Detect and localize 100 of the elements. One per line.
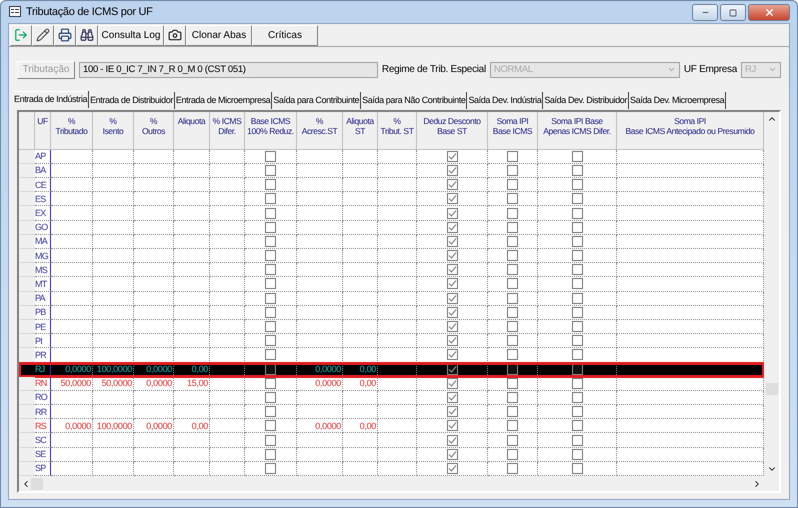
checkbox[interactable] (507, 420, 518, 432)
table-row[interactable]: MT (19, 277, 764, 292)
checkbox[interactable] (265, 236, 276, 247)
checkbox[interactable] (572, 392, 582, 403)
checkbox[interactable] (265, 278, 276, 290)
checkbox[interactable] (265, 208, 276, 219)
checkbox[interactable] (572, 406, 582, 418)
scroll-thumb[interactable] (766, 382, 778, 395)
toolbar-button[interactable] (54, 24, 76, 46)
checkbox[interactable] (446, 349, 458, 360)
checkbox[interactable] (265, 349, 276, 360)
checkbox[interactable] (446, 448, 458, 460)
checkbox[interactable] (446, 150, 458, 162)
toolbar-button[interactable] (76, 24, 98, 46)
tab[interactable]: Saída Dev. Distribuidor (543, 92, 630, 109)
maximize-button[interactable] (720, 4, 746, 21)
checkbox[interactable] (572, 434, 582, 446)
checkbox[interactable] (572, 306, 582, 318)
toolbar-button[interactable]: Clonar Abas (186, 24, 252, 46)
checkbox[interactable] (446, 222, 458, 233)
table-row[interactable]: RN 50,0000 50,0000 0,0000 15,00 0,0000 0,00 (19, 376, 764, 391)
toolbar-button[interactable] (164, 24, 186, 46)
checkbox[interactable] (572, 179, 582, 190)
checkbox[interactable] (572, 349, 582, 360)
checkbox[interactable] (572, 250, 582, 262)
checkbox[interactable] (446, 264, 458, 276)
checkbox[interactable] (265, 292, 276, 304)
checkbox[interactable] (507, 321, 518, 332)
checkbox[interactable] (507, 278, 518, 290)
checkbox[interactable] (507, 306, 518, 318)
row-indicator[interactable] (19, 348, 35, 362)
checkbox[interactable] (507, 179, 518, 190)
checkbox[interactable] (507, 150, 518, 162)
checkbox[interactable] (446, 420, 458, 432)
checkbox[interactable] (507, 462, 518, 474)
checkbox[interactable] (265, 392, 276, 403)
checkbox[interactable] (265, 164, 276, 176)
checkbox[interactable] (446, 250, 458, 262)
checkbox[interactable] (572, 164, 582, 176)
checkbox[interactable] (507, 392, 518, 403)
toolbar-button[interactable]: Consulta Log (98, 24, 164, 46)
checkbox[interactable] (265, 321, 276, 332)
tab[interactable]: Saída Dev. Microempresa (629, 92, 726, 109)
table-row[interactable]: PE (19, 320, 764, 334)
tab[interactable]: Saída para Contribuinte (272, 92, 362, 109)
checkbox[interactable] (572, 335, 582, 346)
checkbox[interactable] (507, 208, 518, 219)
checkbox[interactable] (572, 264, 582, 276)
checkbox[interactable] (507, 364, 518, 375)
checkbox[interactable] (507, 164, 518, 176)
table-row[interactable]: GO (19, 220, 764, 235)
checkbox[interactable] (265, 462, 276, 474)
checkbox[interactable] (265, 250, 276, 262)
toolbar-button[interactable] (32, 24, 54, 46)
checkbox[interactable] (507, 193, 518, 204)
checkbox[interactable] (446, 392, 458, 403)
checkbox[interactable] (446, 364, 458, 375)
table-row[interactable]: PA (19, 292, 764, 306)
checkbox[interactable] (572, 462, 582, 474)
close-button[interactable] (748, 4, 790, 21)
checkbox[interactable] (265, 378, 276, 389)
checkbox[interactable] (446, 208, 458, 219)
checkbox[interactable] (572, 208, 582, 219)
table-row[interactable]: RR (19, 405, 764, 420)
checkbox[interactable] (572, 292, 582, 304)
checkbox[interactable] (446, 236, 458, 247)
checkbox[interactable] (446, 179, 458, 190)
checkbox[interactable] (507, 264, 518, 276)
checkbox[interactable] (265, 406, 276, 418)
checkbox[interactable] (572, 448, 582, 460)
checkbox[interactable] (446, 306, 458, 318)
scroll-thumb[interactable] (31, 478, 43, 490)
tab[interactable]: Entrada de Distribuidor (89, 92, 175, 109)
checkbox[interactable] (265, 335, 276, 346)
tab[interactable]: Saída para Não Contribuinte (361, 92, 468, 109)
checkbox[interactable] (265, 150, 276, 162)
checkbox[interactable] (507, 222, 518, 233)
checkbox[interactable] (446, 462, 458, 474)
checkbox[interactable] (507, 349, 518, 360)
checkbox[interactable] (446, 335, 458, 346)
checkbox[interactable] (265, 179, 276, 190)
table-row[interactable]: PI (19, 334, 764, 348)
checkbox[interactable] (572, 222, 582, 233)
checkbox[interactable] (265, 193, 276, 204)
checkbox[interactable] (446, 292, 458, 304)
checkbox[interactable] (507, 236, 518, 247)
table-row[interactable]: RO (19, 390, 764, 406)
minimize-button[interactable] (692, 4, 718, 21)
table-row[interactable]: MA (19, 234, 764, 249)
checkbox[interactable] (265, 222, 276, 233)
tab[interactable]: Entrada de Indústria (13, 90, 90, 108)
checkbox[interactable] (507, 250, 518, 262)
checkbox[interactable] (572, 193, 582, 204)
checkbox[interactable] (507, 434, 518, 446)
checkbox[interactable] (265, 264, 276, 276)
table-row[interactable]: ES (19, 192, 764, 206)
checkbox[interactable] (572, 321, 582, 332)
checkbox[interactable] (507, 292, 518, 304)
table-row[interactable]: CE (19, 178, 764, 192)
checkbox[interactable] (572, 278, 582, 290)
